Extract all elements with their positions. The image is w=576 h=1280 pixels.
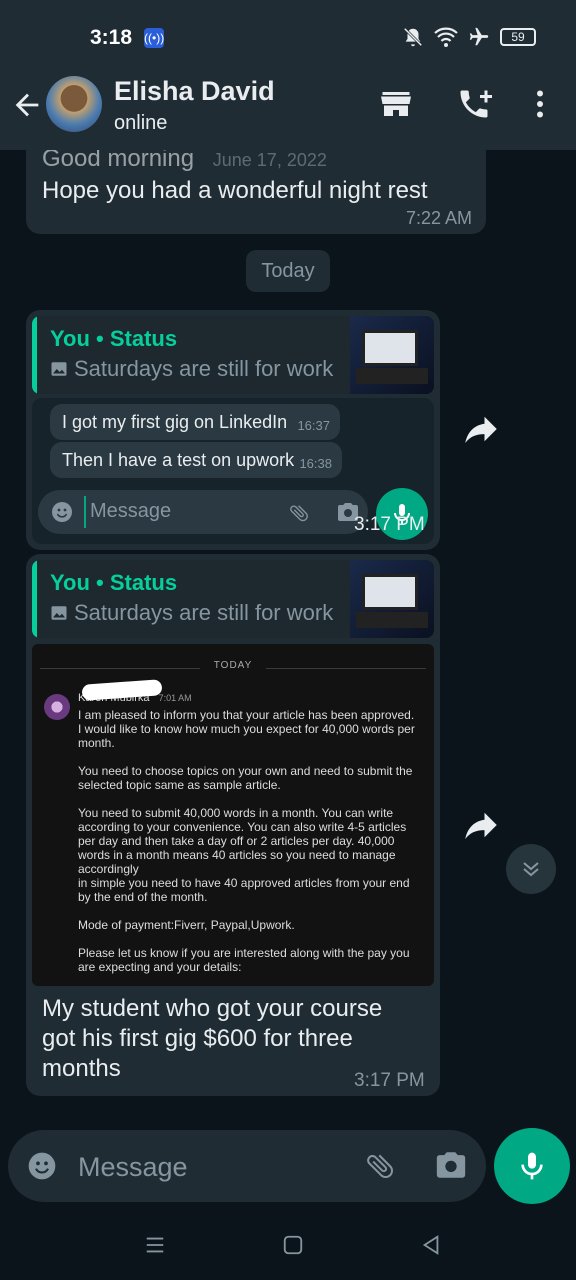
more-options-icon[interactable] xyxy=(522,86,558,122)
airplane-icon xyxy=(469,27,489,46)
double-chevron-down-icon xyxy=(523,862,539,877)
scroll-to-bottom-button[interactable] xyxy=(506,844,556,894)
camera-icon[interactable] xyxy=(434,1148,468,1182)
battery-icon: 59 xyxy=(500,28,536,46)
back-nav-icon[interactable] xyxy=(420,1234,442,1256)
message-partial-text: Good morning June 17, 2022 xyxy=(42,150,327,172)
quote-title: You • Status xyxy=(50,326,178,351)
inner-bubble: Then I have a test on upwork 16:38 xyxy=(50,442,342,478)
sender-avatar xyxy=(44,694,70,720)
inner-message-input: Message xyxy=(38,490,368,534)
status-reply-message[interactable]: You • Status Saturdays are still for wor… xyxy=(26,554,440,1096)
date-separator: Today xyxy=(246,250,330,292)
message-text: Hope you had a wonderful night rest xyxy=(42,177,428,204)
back-arrow-icon[interactable] xyxy=(10,88,44,122)
emoji-icon[interactable] xyxy=(26,1150,58,1182)
quoted-status[interactable]: You • Status Saturdays are still for wor… xyxy=(32,316,434,394)
message-bubble[interactable]: Good morning June 17, 2022 Hope you had … xyxy=(26,150,486,234)
voice-record-button[interactable] xyxy=(494,1128,570,1204)
inner-bubble: I got my first gig on LinkedIn 16:37 xyxy=(50,404,340,440)
hotspot-icon: ((•)) xyxy=(144,28,164,48)
forward-icon[interactable] xyxy=(460,804,502,846)
message-placeholder: Message xyxy=(78,1152,188,1182)
message-time: 7:22 AM xyxy=(405,208,472,228)
quote-subtitle: Saturdays are still for work xyxy=(50,600,333,626)
home-icon[interactable] xyxy=(282,1234,304,1256)
emoji-icon xyxy=(52,502,72,522)
status-icons: 59 xyxy=(402,26,536,48)
email-screenshot-image[interactable]: TODAY Karen Mubirka 7:01 AM I am pleased… xyxy=(32,644,434,986)
mute-bell-icon xyxy=(403,27,423,47)
chat-area[interactable]: Good morning June 17, 2022 Hope you had … xyxy=(0,150,576,1110)
recent-apps-icon[interactable] xyxy=(144,1234,166,1256)
quote-subtitle: Saturdays are still for work xyxy=(50,356,333,382)
quote-bar xyxy=(32,560,37,638)
message-time: 3:17 PM xyxy=(354,1070,425,1091)
message-compose-bar: Message xyxy=(0,1110,576,1210)
quoted-status[interactable]: You • Status Saturdays are still for wor… xyxy=(32,560,434,638)
status-bar: 3:18 ((•)) 59 xyxy=(0,0,576,74)
attach-icon xyxy=(290,505,308,522)
forward-icon[interactable] xyxy=(460,408,502,450)
screenshot-message-body: I am pleased to inform you that your art… xyxy=(78,708,415,974)
quote-bar xyxy=(32,316,37,394)
status-thumbnail xyxy=(350,316,434,394)
mic-icon xyxy=(521,1152,543,1180)
quote-title: You • Status xyxy=(50,570,178,595)
contact-avatar[interactable] xyxy=(46,76,102,132)
message-input[interactable]: Message xyxy=(8,1130,486,1202)
attach-icon[interactable] xyxy=(364,1150,396,1182)
message-time: 3:17 PM xyxy=(354,514,425,535)
image-icon xyxy=(51,606,67,620)
contact-name[interactable]: Elisha David xyxy=(114,76,275,107)
store-icon[interactable] xyxy=(378,86,414,122)
add-call-icon[interactable] xyxy=(456,86,492,122)
chat-header: Elisha David online xyxy=(0,74,576,150)
wifi-icon xyxy=(434,27,458,47)
contact-status: online xyxy=(114,112,168,134)
status-time: 3:18 xyxy=(90,26,133,49)
image-icon xyxy=(51,362,67,376)
status-thumbnail xyxy=(350,560,434,638)
status-reply-message[interactable]: You • Status Saturdays are still for wor… xyxy=(26,310,440,550)
screenshot-today-label: TODAY xyxy=(213,660,253,671)
system-nav-bar xyxy=(0,1210,576,1280)
